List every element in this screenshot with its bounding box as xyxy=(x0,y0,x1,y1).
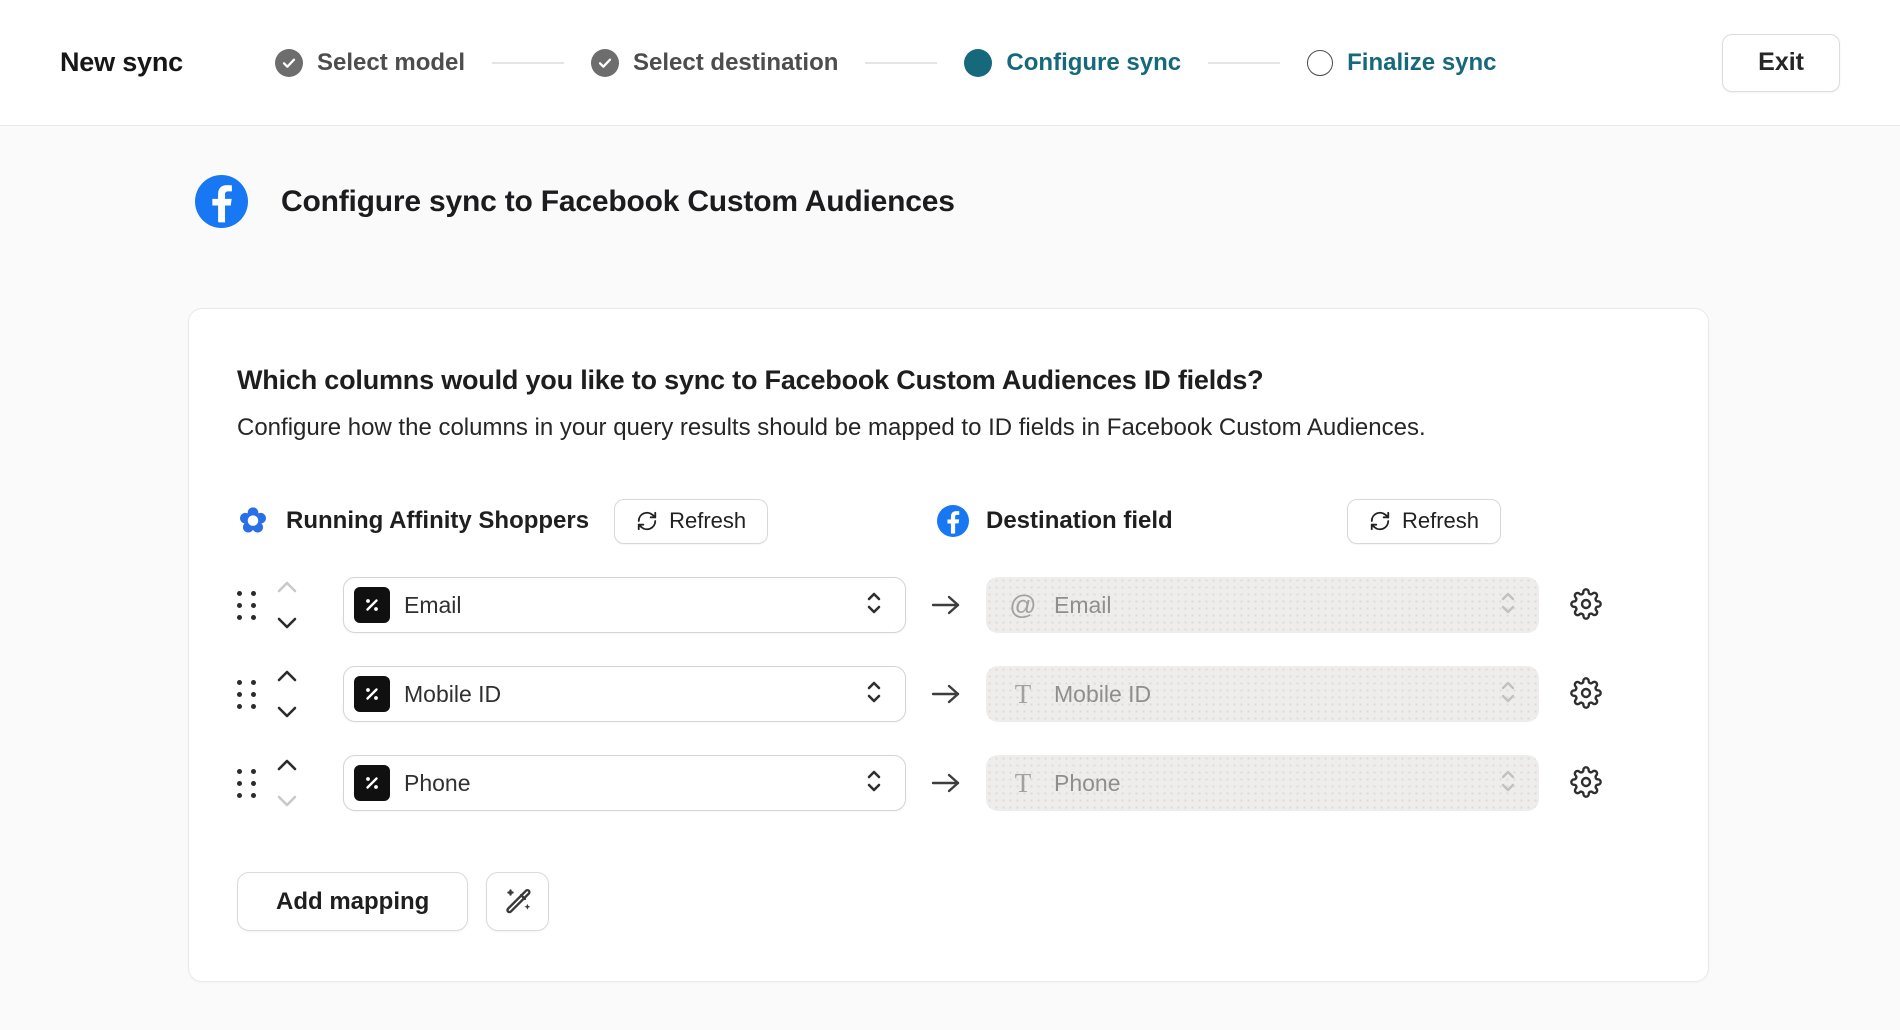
facebook-logo-icon xyxy=(937,505,969,537)
select-caret-icon xyxy=(865,678,883,711)
check-circle-icon xyxy=(591,49,619,77)
step-connector xyxy=(1208,62,1280,64)
destination-field-label: Destination field xyxy=(986,507,1173,535)
destination-header: Destination field Refresh xyxy=(937,499,1539,544)
destination-field-select: T Phone xyxy=(986,755,1539,811)
source-column-select[interactable]: Mobile ID xyxy=(343,666,906,722)
destination-field-value: Email xyxy=(1054,592,1112,619)
step-label: Configure sync xyxy=(1006,49,1181,77)
source-header: ✿ Running Affinity Shoppers Refresh xyxy=(237,499,986,544)
column-type-icon xyxy=(354,676,390,712)
add-mapping-button[interactable]: Add mapping xyxy=(237,872,468,931)
gear-icon xyxy=(1570,766,1602,798)
topbar: New sync Select model Select destination… xyxy=(0,0,1900,126)
text-type-icon: T xyxy=(1006,679,1040,710)
refresh-icon xyxy=(1369,510,1391,532)
step-label: Select destination xyxy=(633,49,838,77)
sync-header: Configure sync to Facebook Custom Audien… xyxy=(195,175,1900,228)
mapping-settings-button[interactable] xyxy=(1569,677,1603,711)
source-column-value: Phone xyxy=(404,770,471,797)
step-select-model[interactable]: Select model xyxy=(275,49,465,77)
mapping-rows: Email @ Email xyxy=(237,577,1660,811)
step-connector xyxy=(492,62,564,64)
step-connector xyxy=(865,62,937,64)
check-circle-icon xyxy=(275,49,303,77)
auto-map-button[interactable] xyxy=(486,872,549,931)
mapping-arrow-icon xyxy=(906,771,986,795)
gear-icon xyxy=(1570,588,1602,620)
destination-field-select: T Mobile ID xyxy=(986,666,1539,722)
move-up-button[interactable] xyxy=(275,754,299,776)
column-type-icon xyxy=(354,587,390,623)
step-label: Select model xyxy=(317,49,465,77)
source-column-value: Mobile ID xyxy=(404,681,501,708)
move-down-button[interactable] xyxy=(275,701,299,723)
mapping-settings-button[interactable] xyxy=(1569,766,1603,800)
mapping-row: Email @ Email xyxy=(237,577,1660,633)
text-type-icon: T xyxy=(1006,768,1040,799)
source-column-value: Email xyxy=(404,592,462,619)
step-configure-sync[interactable]: Configure sync xyxy=(964,49,1181,77)
select-caret-icon xyxy=(865,589,883,622)
source-column-select[interactable]: Email xyxy=(343,577,906,633)
mapping-card: Which columns would you like to sync to … xyxy=(188,308,1709,982)
select-caret-icon xyxy=(1499,678,1517,711)
stepper: Select model Select destination Configur… xyxy=(275,49,1497,77)
column-type-icon xyxy=(354,765,390,801)
drag-handle-icon[interactable] xyxy=(237,680,256,709)
facebook-logo-icon xyxy=(195,175,248,228)
card-question: Which columns would you like to sync to … xyxy=(237,365,1660,396)
source-model-name: Running Affinity Shoppers xyxy=(286,507,589,535)
move-down-button[interactable] xyxy=(275,612,299,634)
source-refresh-button[interactable]: Refresh xyxy=(614,499,768,544)
columns-header: ✿ Running Affinity Shoppers Refresh Dest… xyxy=(237,498,1660,544)
card-footer: Add mapping xyxy=(237,872,1660,931)
empty-circle-icon xyxy=(1307,50,1333,76)
select-caret-icon xyxy=(1499,589,1517,622)
move-up-button xyxy=(275,576,299,598)
mapping-row: Mobile ID T Mobile ID xyxy=(237,666,1660,722)
card-description: Configure how the columns in your query … xyxy=(237,414,1660,442)
destination-refresh-button[interactable]: Refresh xyxy=(1347,499,1501,544)
exit-button[interactable]: Exit xyxy=(1722,34,1840,92)
mapping-arrow-icon xyxy=(906,682,986,706)
move-up-button[interactable] xyxy=(275,665,299,687)
sync-title: Configure sync to Facebook Custom Audien… xyxy=(281,185,955,219)
gear-icon xyxy=(1570,677,1602,709)
magic-wand-icon xyxy=(503,887,533,917)
source-column-select[interactable]: Phone xyxy=(343,755,906,811)
drag-handle-icon[interactable] xyxy=(237,591,256,620)
refresh-icon xyxy=(636,510,658,532)
at-sign-icon: @ xyxy=(1006,590,1040,621)
move-down-button xyxy=(275,790,299,812)
active-dot-icon xyxy=(964,49,992,77)
step-label: Finalize sync xyxy=(1347,49,1496,77)
destination-field-value: Phone xyxy=(1054,770,1121,797)
step-finalize-sync[interactable]: Finalize sync xyxy=(1307,49,1496,77)
destination-field-select: @ Email xyxy=(986,577,1539,633)
drag-handle-icon[interactable] xyxy=(237,769,256,798)
mapping-row: Phone T Phone xyxy=(237,755,1660,811)
page-title: New sync xyxy=(60,47,183,78)
select-caret-icon xyxy=(1499,767,1517,800)
mapping-arrow-icon xyxy=(906,593,986,617)
destination-field-value: Mobile ID xyxy=(1054,681,1151,708)
step-select-destination[interactable]: Select destination xyxy=(591,49,838,77)
mapping-settings-button[interactable] xyxy=(1569,588,1603,622)
snowflake-logo-icon: ✿ xyxy=(237,505,269,537)
select-caret-icon xyxy=(865,767,883,800)
